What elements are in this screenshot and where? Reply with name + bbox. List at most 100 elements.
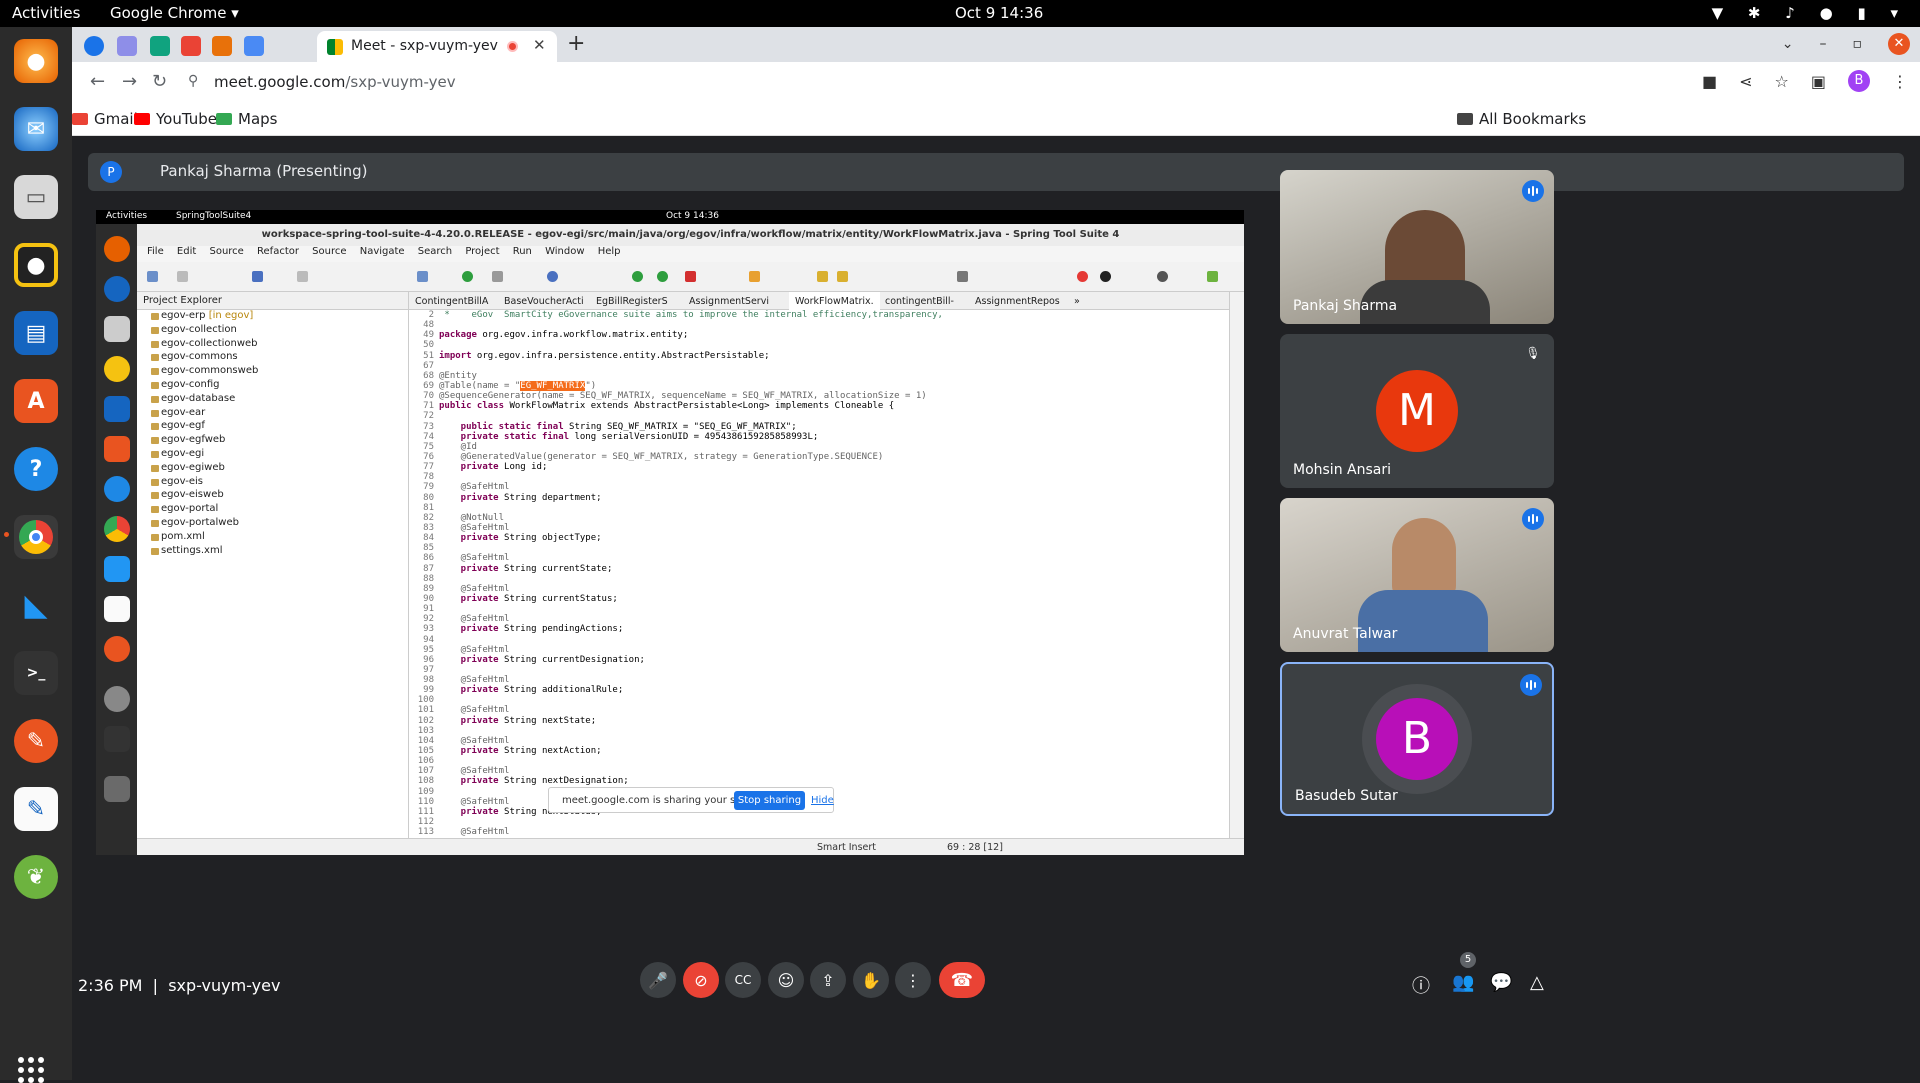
- raise-hand-button[interactable]: ✋: [853, 962, 889, 998]
- bookmark-youtube[interactable]: YouTube: [134, 110, 217, 128]
- side-panel-icon[interactable]: ▣: [1811, 72, 1826, 91]
- profile-avatar[interactable]: B: [1848, 70, 1870, 92]
- stop-sharing-button[interactable]: Stop sharing: [734, 791, 805, 810]
- leave-call-button[interactable]: ☎: [939, 962, 985, 998]
- shared-chrome-icon: [104, 516, 130, 542]
- camera-off-button[interactable]: ⊘: [683, 962, 719, 998]
- meeting-info-icon[interactable]: ⓘ: [1412, 972, 1430, 998]
- address-bar[interactable]: meet.google.com/sxp-vuym-yev: [214, 73, 456, 91]
- close-window-button[interactable]: ✕: [1888, 33, 1910, 55]
- show-apps-icon[interactable]: [18, 1057, 44, 1083]
- meeting-time: 2:36 PM | sxp-vuym-yev: [78, 976, 281, 995]
- meet-control-bar: 2:36 PM | sxp-vuym-yev 🎤 ⊘ CC ☺ ⇪ ✋ ⋮ ☎ …: [72, 944, 1920, 1080]
- code-line: @NotNull: [439, 512, 505, 523]
- participant-tile[interactable]: Pankaj Sharma: [1280, 170, 1554, 324]
- line-number: 112: [417, 817, 434, 828]
- menu-kebab-icon[interactable]: ⋮: [1892, 72, 1908, 91]
- captions-button[interactable]: CC: [725, 962, 761, 998]
- code-line: private String objectType;: [439, 533, 602, 544]
- participant-name: Anuvrat Talwar: [1293, 626, 1398, 642]
- camera-icon[interactable]: ■: [1702, 72, 1717, 91]
- share-icon[interactable]: ⋖: [1739, 72, 1752, 91]
- shared-firefox-icon: [104, 236, 130, 262]
- new-tab-button[interactable]: +: [567, 31, 585, 56]
- line-number: 92: [423, 614, 434, 625]
- site-info-icon[interactable]: ⚲: [188, 73, 198, 89]
- presenter-bar: P Pankaj Sharma (Presenting): [88, 153, 1904, 191]
- pinned-tab-2[interactable]: [117, 36, 137, 56]
- chrome-icon[interactable]: [14, 515, 58, 559]
- minimize-button[interactable]: –: [1820, 36, 1827, 52]
- tree-item: egov-ear: [137, 407, 408, 421]
- firefox-icon[interactable]: ●: [14, 39, 58, 83]
- participant-video: [1392, 518, 1456, 598]
- tab-meet[interactable]: Meet - sxp-vuym-yev ✕: [317, 31, 557, 62]
- line-number: 97: [423, 664, 434, 675]
- pinned-tab-6[interactable]: [244, 36, 264, 56]
- pinned-tab-5[interactable]: [212, 36, 232, 56]
- code-line: public class WorkFlowMatrix extends Abst…: [439, 401, 895, 412]
- sts-tool-icon: [492, 271, 503, 282]
- speaking-indicator-icon: [1522, 508, 1544, 530]
- microphone-button[interactable]: 🎤: [640, 962, 676, 998]
- app-menu[interactable]: Google Chrome ▾: [110, 4, 239, 22]
- window-controls: ⌄ – ▫ ✕: [1782, 33, 1910, 55]
- left-nav-icon[interactable]: ←: [90, 71, 105, 92]
- shared-screen[interactable]: Activities SpringToolSuite4 Oct 9 14:36 …: [96, 210, 1244, 855]
- present-button[interactable]: ⇪: [810, 962, 846, 998]
- reload-icon[interactable]: ↻: [152, 71, 167, 92]
- activities-button[interactable]: Activities: [12, 4, 80, 22]
- line-number: 87: [423, 563, 434, 574]
- writer-icon[interactable]: ▤: [14, 311, 58, 355]
- software-icon[interactable]: A: [14, 379, 58, 423]
- participant-tile-active[interactable]: B Basudeb Sutar: [1280, 662, 1554, 816]
- files-icon[interactable]: ▭: [14, 175, 58, 219]
- participant-name: Pankaj Sharma: [1293, 298, 1398, 314]
- code-line: private Long id;: [439, 462, 548, 473]
- vscode-icon[interactable]: ◣: [14, 583, 58, 627]
- terminal-icon[interactable]: >_: [14, 651, 58, 695]
- more-options-button[interactable]: ⋮: [895, 962, 931, 998]
- code-line: @SafeHtml: [439, 827, 510, 838]
- shared-os-bar: Activities SpringToolSuite4 Oct 9 14:36: [96, 210, 1244, 224]
- line-number: 73: [423, 421, 434, 432]
- maximize-button[interactable]: ▫: [1853, 36, 1863, 52]
- rhythmbox-icon[interactable]: ●: [14, 243, 58, 287]
- sts-tool-icon: [1157, 271, 1168, 282]
- tab-search-icon[interactable]: ⌄: [1782, 36, 1794, 52]
- chat-icon[interactable]: 💬: [1490, 972, 1512, 993]
- emoji-button[interactable]: ☺: [768, 962, 804, 998]
- bookmark-gmail-label: Gmail: [94, 110, 138, 128]
- bookmark-star-icon[interactable]: ☆: [1775, 72, 1789, 91]
- shared-clock: Oct 9 14:36: [666, 211, 719, 221]
- spring-tool-icon[interactable]: ❦: [14, 855, 58, 899]
- line-number: 102: [417, 715, 434, 726]
- system-tray-icons[interactable]: ▼ ✱ ♪ ● ▮ ▾: [1712, 4, 1908, 22]
- code-line: @SequenceGenerator(name = SEQ_WF_MATRIX,…: [439, 391, 927, 402]
- draw-icon[interactable]: ✎: [14, 719, 58, 763]
- participant-tile[interactable]: 🎙 M Mohsin Ansari: [1280, 334, 1554, 488]
- all-bookmarks[interactable]: All Bookmarks: [1457, 110, 1586, 128]
- bookmark-gmail[interactable]: Gmail: [72, 110, 138, 128]
- hide-sharing-link[interactable]: Hide: [811, 795, 834, 806]
- activities-icon[interactable]: △: [1530, 972, 1544, 993]
- bookmark-maps[interactable]: Maps: [216, 110, 277, 128]
- people-icon[interactable]: 👥: [1452, 972, 1474, 993]
- participant-name: Mohsin Ansari: [1293, 462, 1391, 478]
- clock[interactable]: Oct 9 14:36: [955, 4, 1043, 22]
- url-path: /sxp-vuym-yev: [345, 73, 456, 91]
- editor-side-toolbar: [1229, 292, 1244, 848]
- close-tab-icon[interactable]: ✕: [533, 36, 546, 54]
- participant-tile[interactable]: Anuvrat Talwar: [1280, 498, 1554, 652]
- sts-tool-icon: [957, 271, 968, 282]
- status-position: 69 : 28 [12]: [947, 842, 1003, 853]
- help-icon[interactable]: ?: [14, 447, 58, 491]
- pinned-tab-1[interactable]: [84, 36, 104, 56]
- shared-files-icon: [104, 316, 130, 342]
- pinned-tab-3[interactable]: [150, 36, 170, 56]
- text-editor-icon[interactable]: ✎: [14, 787, 58, 831]
- forward-icon[interactable]: →: [122, 71, 137, 92]
- pinned-tab-gmail[interactable]: [181, 36, 201, 56]
- thunderbird-icon[interactable]: ✉: [14, 107, 58, 151]
